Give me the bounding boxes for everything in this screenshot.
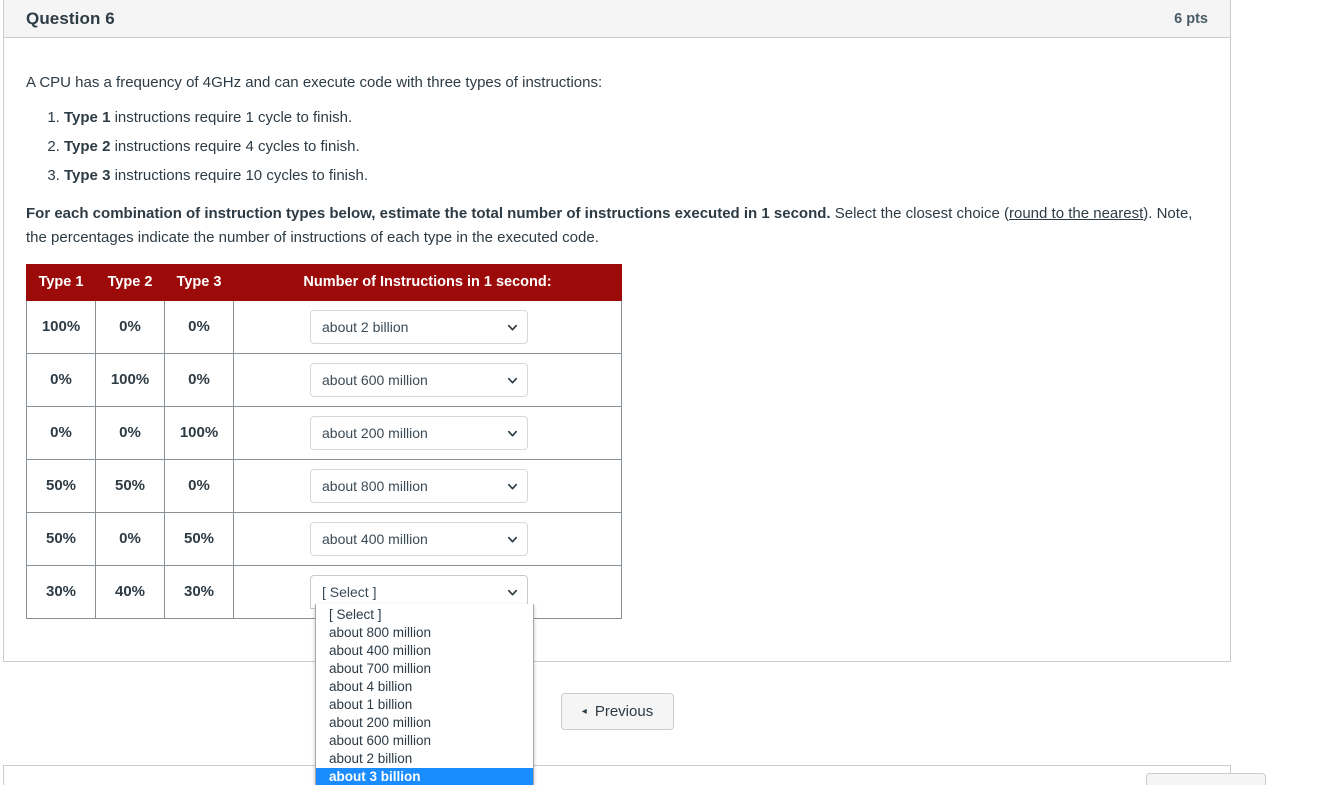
chevron-down-icon xyxy=(508,430,517,437)
answer-select-row-1[interactable]: about 2 billion xyxy=(310,310,528,345)
type-description: instructions require 10 cycles to finish… xyxy=(110,166,369,184)
answer-select-row-3[interactable]: about 200 million xyxy=(310,416,528,451)
dropdown-option[interactable]: about 700 million xyxy=(316,660,533,678)
question-container: Question 6 6 pts A CPU has a frequency o… xyxy=(3,0,1231,662)
list-item: Type 1 instructions require 1 cycle to f… xyxy=(64,106,1208,130)
column-header-type3: Type 3 xyxy=(164,264,234,302)
question-header: Question 6 6 pts xyxy=(4,0,1230,38)
answer-select-value: about 2 billion xyxy=(322,319,409,336)
answer-select-row-5[interactable]: about 400 million xyxy=(310,522,528,557)
answer-select-row-2[interactable]: about 600 million xyxy=(310,363,528,398)
list-item: Type 3 instructions require 10 cycles to… xyxy=(64,164,1208,188)
cell-type3: 50% xyxy=(164,512,234,567)
cell-type2: 100% xyxy=(95,353,165,408)
cell-type1: 50% xyxy=(26,512,96,567)
instruction-type-list: Type 1 instructions require 1 cycle to f… xyxy=(26,106,1208,188)
cell-answer: about 400 million xyxy=(233,512,622,567)
column-header-type2: Type 2 xyxy=(95,264,165,302)
answer-select-value: about 200 million xyxy=(322,425,428,442)
previous-button[interactable]: ◂ Previous xyxy=(561,693,674,730)
instruction-underlined: round to the nearest xyxy=(1009,204,1144,222)
type-description: instructions require 1 cycle to finish. xyxy=(110,108,353,126)
answer-select-value: about 400 million xyxy=(322,531,428,548)
cell-type1: 50% xyxy=(26,459,96,514)
chevron-down-icon xyxy=(508,324,517,331)
chevron-down-icon xyxy=(508,483,517,490)
question-intro-text: A CPU has a frequency of 4GHz and can ex… xyxy=(26,74,603,91)
table-row: 100% 0% 0% about 2 billion xyxy=(26,300,622,355)
type-label: Type 1 xyxy=(64,108,111,126)
dropdown-option[interactable]: about 200 million xyxy=(316,714,533,732)
arrow-left-icon: ◂ xyxy=(581,705,587,717)
dropdown-option[interactable]: about 2 billion xyxy=(316,750,533,768)
table-head: Type 1 Type 2 Type 3 Number of Instructi… xyxy=(26,264,622,302)
dropdown-option[interactable]: about 4 billion xyxy=(316,678,533,696)
quiz-page: Question 6 6 pts A CPU has a frequency o… xyxy=(0,0,1319,785)
type-label: Type 3 xyxy=(64,166,111,184)
previous-button-label: Previous xyxy=(594,703,654,720)
chevron-down-icon xyxy=(508,377,517,384)
type-description: instructions require 4 cycles to finish. xyxy=(110,137,360,155)
question-instruction-text: For each combination of instruction type… xyxy=(26,202,1208,251)
dropdown-option-highlighted[interactable]: about 3 billion xyxy=(316,768,533,785)
answer-select-value: about 800 million xyxy=(322,478,428,495)
column-header-type1: Type 1 xyxy=(26,264,96,302)
dropdown-option[interactable]: [ Select ] xyxy=(316,606,533,624)
instruction-bold: For each combination of instruction type… xyxy=(26,204,831,222)
table-row: 50% 0% 50% about 400 million xyxy=(26,512,622,567)
instruction-combination-table: Type 1 Type 2 Type 3 Number of Instructi… xyxy=(26,264,622,620)
answer-select-value: about 600 million xyxy=(322,372,428,389)
dropdown-option[interactable]: about 800 million xyxy=(316,624,533,642)
cell-type2: 0% xyxy=(95,512,165,567)
bottom-partial-button[interactable] xyxy=(1146,773,1266,785)
question-points: 6 pts xyxy=(1174,10,1208,27)
cell-answer: about 200 million xyxy=(233,406,622,461)
type-label: Type 2 xyxy=(64,137,111,155)
cell-type1: 0% xyxy=(26,353,96,408)
column-header-answer: Number of Instructions in 1 second: xyxy=(233,264,622,302)
instruction-mid: Select the closest choice ( xyxy=(830,204,1009,222)
list-item: Type 2 instructions require 4 cycles to … xyxy=(64,135,1208,159)
cell-answer: about 600 million xyxy=(233,353,622,408)
cell-type1: 100% xyxy=(26,300,96,355)
question-body: A CPU has a frequency of 4GHz and can ex… xyxy=(4,38,1230,620)
cell-type1: 0% xyxy=(26,406,96,461)
cell-type2: 0% xyxy=(95,300,165,355)
answer-select-row-4[interactable]: about 800 million xyxy=(310,469,528,504)
cell-type3: 0% xyxy=(164,300,234,355)
cell-type2: 50% xyxy=(95,459,165,514)
cell-type3: 0% xyxy=(164,353,234,408)
dropdown-option[interactable]: about 1 billion xyxy=(316,696,533,714)
page-title: Question 6 xyxy=(26,8,115,28)
table-row: 50% 50% 0% about 800 million xyxy=(26,459,622,514)
answer-dropdown-options-list[interactable]: [ Select ] about 800 million about 400 m… xyxy=(315,604,534,785)
chevron-down-icon xyxy=(508,536,517,543)
cell-answer: about 800 million xyxy=(233,459,622,514)
cell-type1: 30% xyxy=(26,565,96,620)
cell-answer: about 2 billion xyxy=(233,300,622,355)
cell-type3: 100% xyxy=(164,406,234,461)
table-row: 0% 0% 100% about 200 million xyxy=(26,406,622,461)
cell-type3: 0% xyxy=(164,459,234,514)
cell-type2: 40% xyxy=(95,565,165,620)
answer-select-value: [ Select ] xyxy=(322,584,377,601)
table-row: 0% 100% 0% about 600 million xyxy=(26,353,622,408)
next-question-container xyxy=(3,765,1231,785)
table-body: 100% 0% 0% about 2 billion 0% 100% 0% ab… xyxy=(26,300,622,620)
cell-type2: 0% xyxy=(95,406,165,461)
dropdown-option[interactable]: about 600 million xyxy=(316,732,533,750)
chevron-down-icon xyxy=(508,589,517,596)
cell-type3: 30% xyxy=(164,565,234,620)
table-header-row: Type 1 Type 2 Type 3 Number of Instructi… xyxy=(26,264,622,302)
dropdown-option[interactable]: about 400 million xyxy=(316,642,533,660)
